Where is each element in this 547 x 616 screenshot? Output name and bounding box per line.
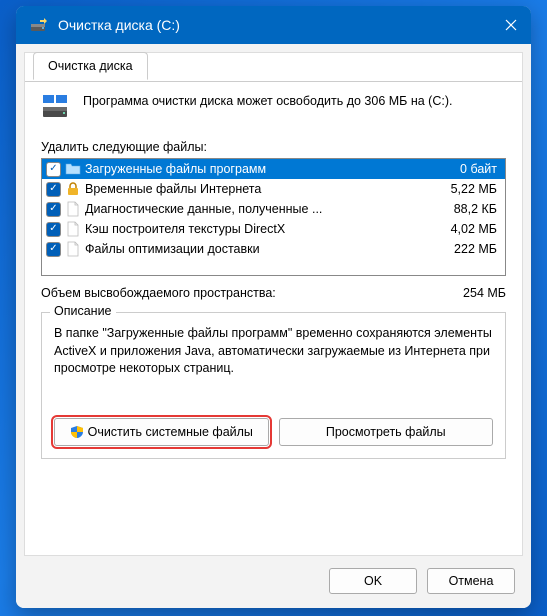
- clean-system-files-button[interactable]: Очистить системные файлы: [54, 418, 269, 446]
- close-button[interactable]: [491, 6, 531, 44]
- list-item[interactable]: ✓ Кэш построителя текстуры DirectX 4,02 МБ: [42, 219, 505, 239]
- shield-icon: [70, 425, 84, 439]
- file-name: Файлы оптимизации доставки: [85, 242, 450, 256]
- check-icon: ✓: [49, 244, 57, 254]
- total-label: Объем высвобождаемого пространства:: [41, 286, 276, 300]
- file-name: Кэш построителя текстуры DirectX: [85, 222, 447, 236]
- info-text: Программа очистки диска может освободить…: [83, 93, 452, 111]
- file-size: 222 МБ: [454, 242, 501, 256]
- dialog-body: Очистка диска Программа очистки диска мо…: [24, 52, 523, 556]
- check-icon: ✓: [49, 204, 57, 214]
- cancel-button[interactable]: Отмена: [427, 568, 515, 594]
- window-title: Очистка диска (C:): [58, 17, 491, 33]
- file-name: Загруженные файлы программ: [85, 162, 456, 176]
- list-item[interactable]: ✓ Файлы оптимизации доставки 222 МБ: [42, 239, 505, 259]
- list-item[interactable]: ✓ Временные файлы Интернета 5,22 МБ: [42, 179, 505, 199]
- list-item[interactable]: ✓ Загруженные файлы программ 0 байт: [42, 159, 505, 179]
- tab-cleanup[interactable]: Очистка диска: [33, 52, 148, 80]
- checkbox[interactable]: ✓: [46, 242, 61, 257]
- drive-icon: [41, 93, 71, 124]
- clean-system-files-label: Очистить системные файлы: [88, 425, 253, 439]
- file-list[interactable]: ✓ Загруженные файлы программ 0 байт ✓ Времен…: [41, 158, 506, 276]
- file-icon: [65, 201, 81, 217]
- description-legend: Описание: [50, 304, 116, 318]
- file-name: Временные файлы Интернета: [85, 182, 447, 196]
- list-item[interactable]: ✓ Диагностические данные, полученные ... 8…: [42, 199, 505, 219]
- check-icon: ✓: [49, 164, 57, 174]
- list-label: Удалить следующие файлы:: [41, 140, 506, 154]
- file-size: 0 байт: [460, 162, 501, 176]
- ok-button[interactable]: OK: [329, 568, 417, 594]
- description-text: В папке "Загруженные файлы программ" вре…: [54, 325, 493, 378]
- checkbox[interactable]: ✓: [46, 202, 61, 217]
- lock-icon: [65, 181, 81, 197]
- button-row: Очистить системные файлы Просмотреть фай…: [54, 418, 493, 446]
- checkbox[interactable]: ✓: [46, 222, 61, 237]
- disk-cleanup-icon: [30, 16, 48, 34]
- check-icon: ✓: [49, 224, 57, 234]
- file-size: 4,02 МБ: [451, 222, 501, 236]
- dialog-footer: OK Отмена: [16, 556, 531, 608]
- titlebar: Очистка диска (C:): [16, 6, 531, 44]
- view-files-button[interactable]: Просмотреть файлы: [279, 418, 494, 446]
- total-row: Объем высвобождаемого пространства: 254 …: [41, 286, 506, 300]
- file-size: 5,22 МБ: [451, 182, 501, 196]
- info-row: Программа очистки диска может освободить…: [41, 93, 506, 124]
- check-icon: ✓: [49, 184, 57, 194]
- folder-icon: [65, 161, 81, 177]
- file-icon: [65, 221, 81, 237]
- file-name: Диагностические данные, полученные ...: [85, 202, 450, 216]
- file-icon: [65, 241, 81, 257]
- file-size: 88,2 КБ: [454, 202, 501, 216]
- content-area: Программа очистки диска может освободить…: [25, 53, 522, 475]
- total-value: 254 МБ: [463, 286, 506, 300]
- close-icon: [505, 19, 517, 31]
- checkbox[interactable]: ✓: [46, 182, 61, 197]
- description-fieldset: Описание В папке "Загруженные файлы прог…: [41, 312, 506, 459]
- divider: [25, 81, 522, 82]
- dialog-window: Очистка диска (C:) Очистка диска Програм…: [16, 6, 531, 608]
- checkbox[interactable]: ✓: [46, 162, 61, 177]
- view-files-label: Просмотреть файлы: [326, 425, 446, 439]
